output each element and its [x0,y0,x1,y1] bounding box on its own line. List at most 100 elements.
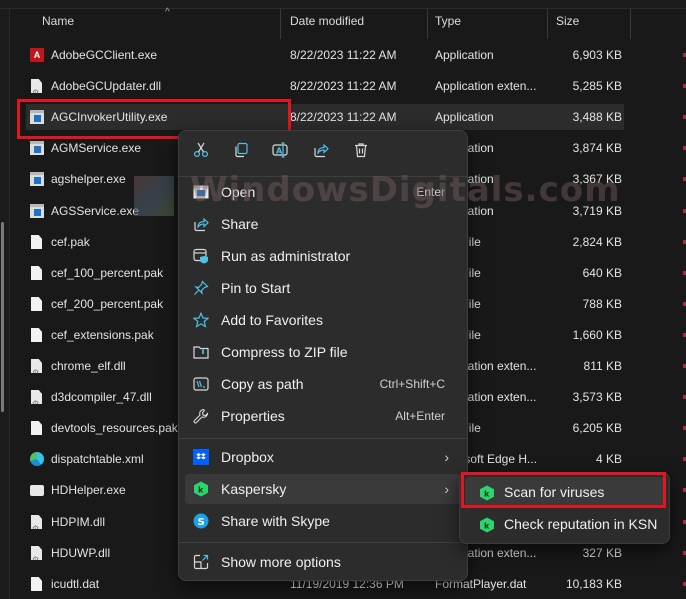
dll-icon [31,515,42,529]
chevron-right-icon: › [444,481,449,497]
dll-icon [31,359,42,373]
menu-item-label: Compress to ZIP file [221,344,348,360]
file-name: agshelper.exe [51,172,126,186]
menu-item-compress-to-zip-file[interactable]: Compress to ZIP file [185,337,461,367]
column-date-modified[interactable]: Date modified [290,9,364,34]
scissors-icon [193,142,209,158]
navigation-scrollbar[interactable] [1,222,4,412]
cut-button[interactable] [188,139,214,161]
file-icon [31,235,42,249]
file-type: Application [435,110,494,124]
shield-icon [193,248,209,264]
file-size: 788 KB [582,297,622,311]
exe-icon [30,204,44,218]
menu-item-share-with-skype[interactable]: S Share with Skype [185,506,461,536]
file-name: devtools_resources.pak [51,421,178,435]
file-name: AGSService.exe [51,204,140,218]
exe-icon [30,172,44,186]
file-name: d3dcompiler_47.dll [51,390,152,404]
file-name: icudtl.dat [51,577,100,591]
menu-item-label: Copy as path [221,376,304,392]
menu-item-shortcut: Ctrl+Shift+C [379,377,445,391]
highlight-box-scan-for-viruses [461,472,666,508]
column-size[interactable]: Size [556,9,579,34]
file-row[interactable]: AdobeGCUpdater.dll 8/22/2023 11:22 AM Appl… [26,73,624,99]
rename-button[interactable]: A [268,139,294,161]
column-divider[interactable] [547,9,548,39]
menu-item-label: Open [221,184,256,200]
skype-icon: S [193,513,209,529]
file-size: 3,488 KB [572,110,622,124]
column-type[interactable]: Type [435,9,461,34]
quick-actions-bar: A [179,131,467,171]
file-size: 3,719 KB [572,204,622,218]
file-size: 10,183 KB [565,577,622,591]
pin-icon [193,280,209,296]
copy-button[interactable] [228,139,254,161]
menu-item-label: Show more options [221,554,341,570]
dropbox-icon [193,449,209,465]
column-divider[interactable] [427,9,428,39]
svg-text:A: A [276,147,283,156]
dll-icon [31,390,42,404]
menu-item-run-as-administrator[interactable]: Run as administrator [185,241,461,271]
file-name: cef_100_percent.pak [51,266,164,280]
wrench-icon [193,408,209,424]
menu-item-kaspersky[interactable]: k Kaspersky › [185,474,461,504]
menu-item-shortcut: Enter [416,185,445,199]
file-size: 3,874 KB [572,141,622,155]
file-name: HDUWP.dll [51,546,111,560]
file-name: cef_200_percent.pak [51,297,164,311]
submenu-item-check-reputation-in-ksn[interactable]: k Check reputation in KSN [465,509,664,539]
share-icon [193,216,209,232]
file-icon [31,297,42,311]
menu-item-properties[interactable]: Properties Alt+Enter [185,401,461,431]
file-name: AdobeGCUpdater.dll [51,79,162,93]
file-date-modified: 8/22/2023 11:22 AM [290,48,397,62]
menu-item-label: Add to Favorites [221,312,323,328]
menu-item-label: Run as administrator [221,248,351,264]
file-date-modified: 8/22/2023 11:22 AM [290,110,397,124]
menu-item-copy-as-path[interactable]: Copy as path Ctrl+Shift+C [185,369,461,399]
dll-icon [31,546,42,560]
file-name: HDHelper.exe [51,483,126,497]
file-icon [31,577,42,591]
kaspersky-icon: k [479,517,494,533]
menu-item-dropbox[interactable]: Dropbox › [185,442,461,472]
menu-item-share[interactable]: Share [185,209,461,239]
delete-button[interactable] [348,139,374,161]
file-size: 5,285 KB [572,79,622,93]
menu-item-label: Kaspersky [221,481,287,497]
file-name: HDPIM.dll [51,515,106,529]
menu-item-pin-to-start[interactable]: Pin to Start [185,273,461,303]
file-name: AdobeGCClient.exe [51,48,158,62]
column-header: ^ Name Date modified Type Size [10,7,686,39]
share-button[interactable] [308,139,334,161]
column-name[interactable]: Name [42,9,74,34]
file-row[interactable]: A AdobeGCClient.exe 8/22/2023 11:22 AM Appl… [26,42,624,68]
menu-item-show-more-options[interactable]: Show more options [185,547,461,577]
exe-icon [30,141,44,155]
menu-item-label: Pin to Start [221,280,291,296]
svg-text:k: k [484,521,490,530]
file-name: cef.pak [51,235,90,249]
edge-icon [30,452,44,466]
menu-item-label: Share [221,216,259,232]
navigation-pane [0,9,10,599]
star-icon [193,312,209,328]
menu-item-open[interactable]: Open Enter [185,177,461,207]
menu-item-label: Share with Skype [221,513,330,529]
menu-item-add-to-favorites[interactable]: Add to Favorites [185,305,461,335]
file-icon [31,421,42,435]
file-name: cef_extensions.pak [51,328,154,342]
chevron-right-icon: › [444,449,449,465]
column-divider[interactable] [630,9,631,39]
file-size: 6,903 KB [572,48,622,62]
svg-text:k: k [198,485,204,494]
copy-icon [235,142,248,158]
zip-folder-icon [193,344,209,360]
context-menu: A Open Enter Share Run as administrator Pin … [178,130,468,581]
copy-path-icon [193,376,209,392]
column-divider[interactable] [280,9,281,39]
file-name: dispatchtable.xml [51,452,144,466]
